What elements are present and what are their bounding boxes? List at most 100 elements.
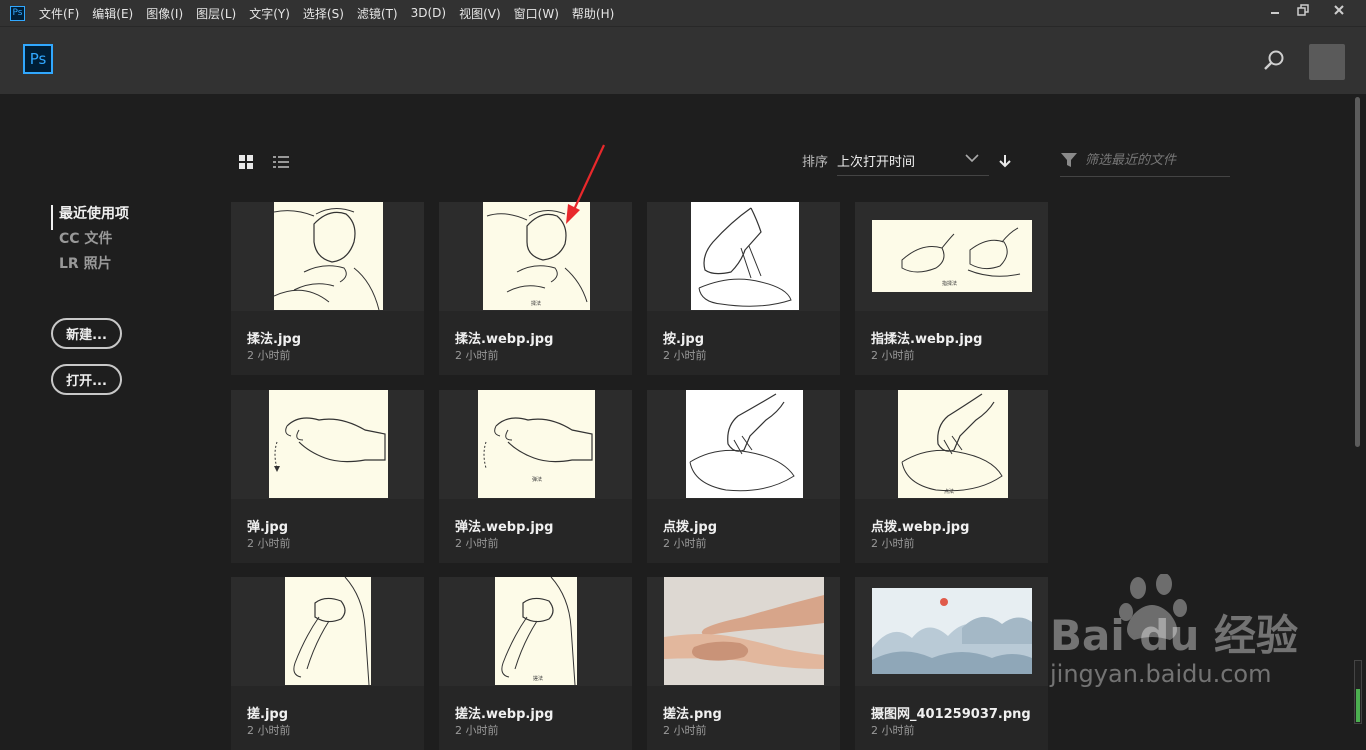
menu-select[interactable]: 选择(S) (303, 5, 344, 22)
menu-3d[interactable]: 3D(D) (411, 6, 446, 20)
menu-edit[interactable]: 编辑(E) (92, 5, 133, 22)
file-time: 2 小时前 (871, 724, 915, 737)
landscape-painting (872, 598, 1032, 674)
sort-dropdown[interactable]: 上次打开时间 (837, 149, 989, 176)
watermark-brand: Bai du 经验 (1050, 611, 1298, 660)
file-name: 点拨.webp.jpg (871, 520, 970, 535)
sidebar-item-lr-photos[interactable]: LR 照片 (51, 255, 129, 280)
file-time: 2 小时前 (663, 537, 707, 550)
file-card[interactable]: 弹.jpg 2 小时前 (231, 390, 424, 563)
baidu-jingyan-watermark: Bai du 经验 jingyan.baidu.com (1030, 573, 1340, 694)
hands-photo (664, 595, 824, 669)
file-thumbnail: 指揉法 (855, 202, 1048, 311)
menu-help[interactable]: 帮助(H) (572, 5, 614, 22)
file-thumbnail (231, 390, 424, 499)
list-view-icon[interactable] (273, 154, 289, 168)
file-card[interactable]: 弹法 弹法.webp.jpg 2 小时前 (439, 390, 632, 563)
menu-bar: Ps 文件(F) 编辑(E) 图像(I) 图层(L) 文字(Y) 选择(S) 滤… (0, 0, 1366, 26)
file-time: 2 小时前 (663, 349, 707, 362)
massage-illustration (689, 393, 795, 492)
file-time: 2 小时前 (663, 724, 707, 737)
massage-illustration (901, 393, 1003, 492)
file-card[interactable]: 搓.jpg 2 小时前 (231, 577, 424, 750)
filter-box (1060, 149, 1230, 177)
sidebar-nav: 最近使用项 CC 文件 LR 照片 (51, 205, 129, 280)
file-card[interactable]: 按.jpg 2 小时前 (647, 202, 840, 375)
sidebar-item-recent[interactable]: 最近使用项 (51, 205, 129, 230)
file-name: 指揉法.webp.jpg (871, 332, 983, 347)
grid-view-icon[interactable] (239, 154, 253, 169)
file-name: 弹法.webp.jpg (455, 520, 554, 535)
annotation-arrow-icon (566, 144, 605, 224)
avatar[interactable] (1309, 44, 1345, 80)
thumbnail-caption: 弹法 (532, 477, 543, 483)
file-name: 点拨.jpg (663, 520, 718, 535)
chevron-down-icon (965, 154, 979, 163)
file-thumbnail: 弹法 (439, 390, 632, 499)
file-name: 搓.jpg (247, 707, 289, 722)
file-time: 2 小时前 (455, 537, 499, 550)
sidebar-item-cc-files[interactable]: CC 文件 (51, 230, 129, 255)
close-icon[interactable] (1322, 0, 1356, 20)
file-time: 2 小时前 (455, 349, 499, 362)
thumbnail-caption: 搓法 (533, 676, 544, 682)
thumbnail-caption: 揉法 (531, 301, 542, 307)
level-meter (1354, 660, 1362, 724)
photoshop-logo: Ps (23, 44, 53, 74)
file-card[interactable]: 点拨.jpg 2 小时前 (647, 390, 840, 563)
file-time: 2 小时前 (247, 724, 291, 737)
file-name: 摄图网_401259037.png (871, 707, 1031, 722)
massage-illustration (274, 417, 386, 472)
file-card[interactable]: 点法 点拨.webp.jpg 2 小时前 (855, 390, 1048, 563)
file-name: 弹.jpg (247, 520, 289, 535)
menu-view[interactable]: 视图(V) (459, 5, 501, 22)
open-button[interactable]: 打开... (51, 364, 122, 395)
menu-image[interactable]: 图像(I) (146, 5, 183, 22)
file-card[interactable]: 揉法.jpg 2 小时前 (231, 202, 424, 375)
file-time: 2 小时前 (247, 537, 291, 550)
sort-label: 排序 (802, 155, 829, 170)
photoshop-app-icon: Ps (10, 5, 25, 21)
file-name: 搓法.webp.jpg (455, 707, 554, 722)
file-card[interactable]: 搓法 搓法.webp.jpg 2 小时前 (439, 577, 632, 750)
file-thumbnail: 搓法 (439, 577, 632, 686)
file-thumbnail (647, 577, 840, 686)
file-name: 搓法.png (663, 707, 722, 722)
file-time: 2 小时前 (871, 349, 915, 362)
file-name: 揉法.webp.jpg (455, 332, 554, 347)
file-thumbnail (231, 202, 424, 311)
file-time: 2 小时前 (247, 349, 291, 362)
file-card[interactable]: 指揉法 指揉法.webp.jpg 2 小时前 (855, 202, 1048, 375)
vertical-scrollbar[interactable] (1355, 97, 1360, 447)
file-name: 按.jpg (663, 332, 705, 347)
thumbnail-caption: 点法 (944, 489, 955, 495)
sort-value: 上次打开时间 (837, 155, 916, 170)
file-thumbnail: 点法 (855, 390, 1048, 499)
menu-window[interactable]: 窗口(W) (514, 5, 559, 22)
search-icon[interactable] (1262, 49, 1286, 73)
file-thumbnail (647, 202, 840, 311)
level-meter-fill (1356, 689, 1360, 722)
home-header: Ps (0, 26, 1366, 94)
thumbnail-caption: 指揉法 (942, 281, 958, 287)
new-button[interactable]: 新建... (51, 318, 122, 349)
menu-file[interactable]: 文件(F) (39, 5, 79, 22)
file-thumbnail (855, 577, 1048, 686)
restore-icon[interactable] (1286, 0, 1320, 20)
menu-type[interactable]: 文字(Y) (249, 5, 290, 22)
file-time: 2 小时前 (871, 537, 915, 550)
menu-layer[interactable]: 图层(L) (196, 5, 236, 22)
massage-illustration (501, 577, 576, 685)
file-card[interactable]: 摄图网_401259037.png 2 小时前 (855, 577, 1048, 750)
menu-filter[interactable]: 滤镜(T) (357, 5, 398, 22)
filter-icon (1061, 153, 1077, 167)
watermark-url: jingyan.baidu.com (1050, 660, 1272, 688)
file-name: 揉法.jpg (247, 332, 302, 347)
massage-illustration (293, 577, 370, 685)
file-card[interactable]: 搓法.png 2 小时前 (647, 577, 840, 750)
file-thumbnail (647, 390, 840, 499)
massage-illustration (698, 207, 792, 307)
file-time: 2 小时前 (455, 724, 499, 737)
sort-direction-icon[interactable] (998, 153, 1012, 168)
filter-input[interactable] (1085, 150, 1225, 170)
